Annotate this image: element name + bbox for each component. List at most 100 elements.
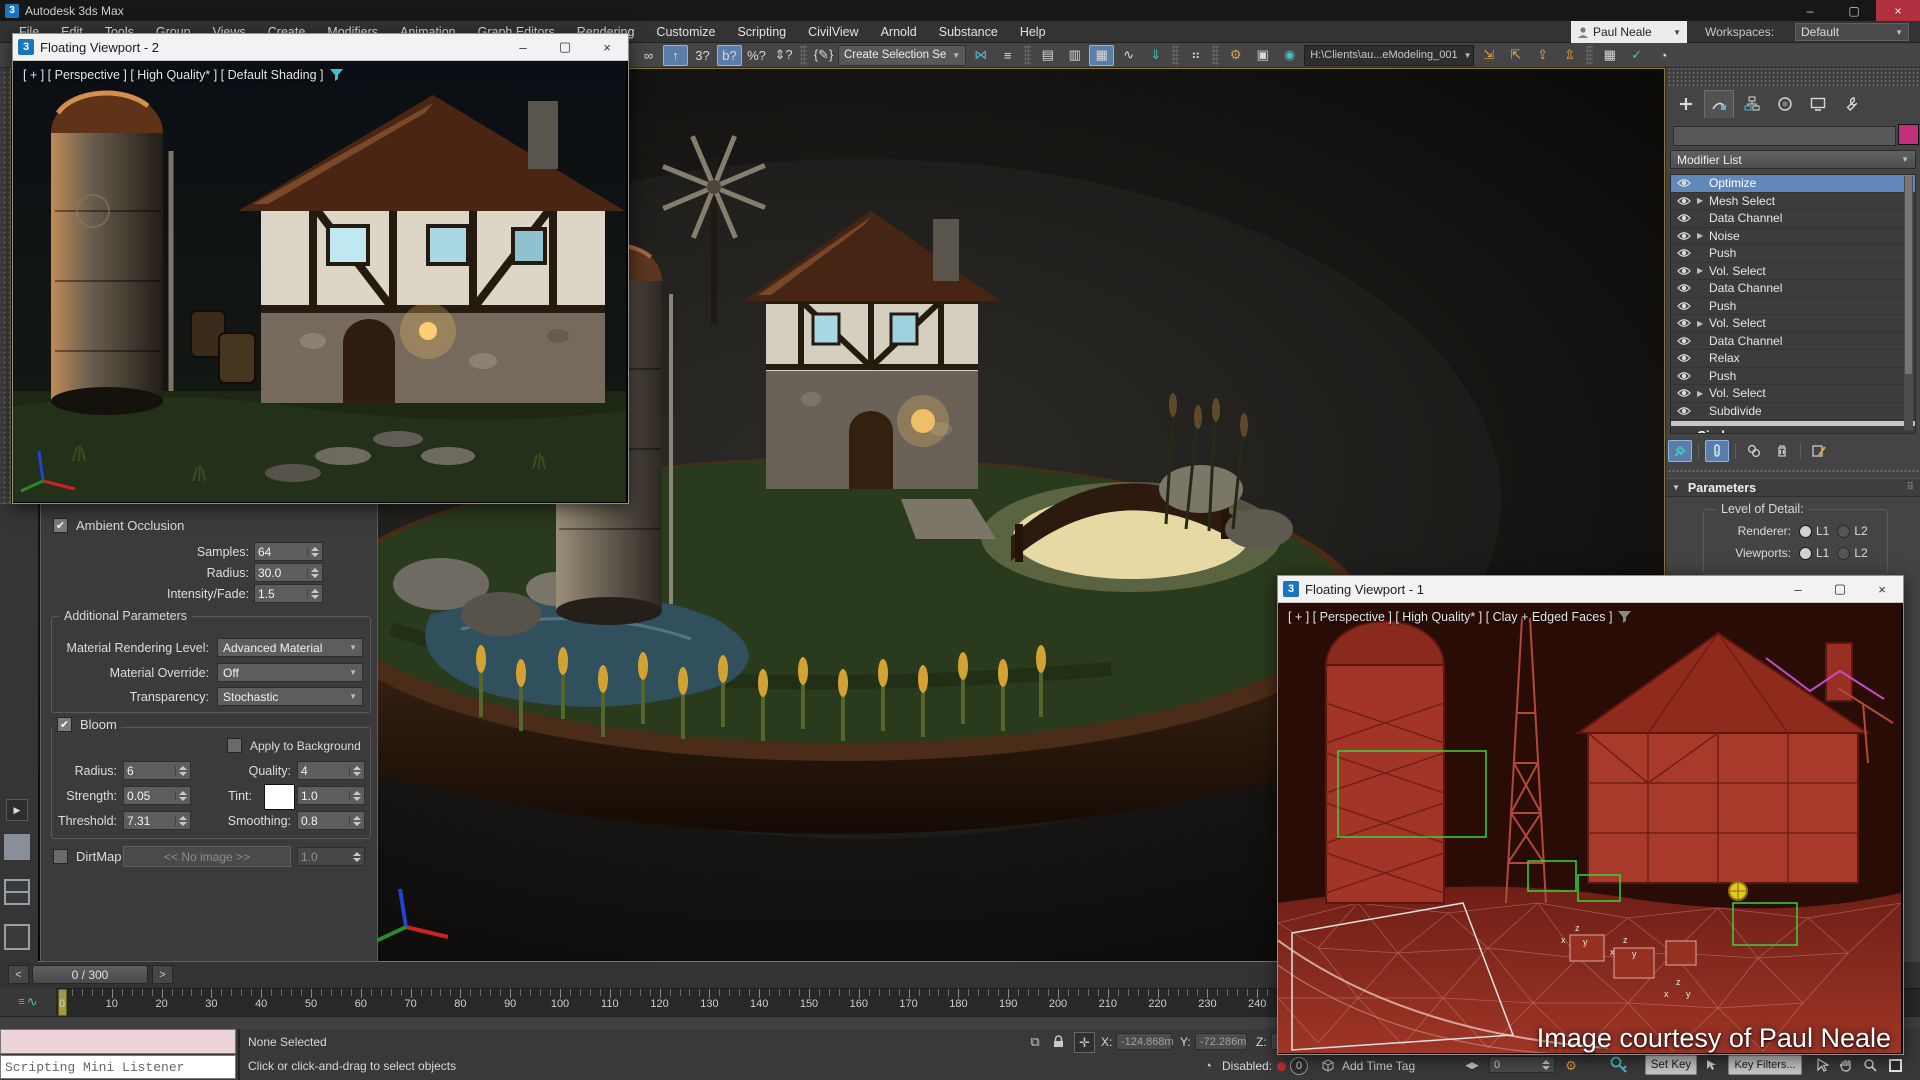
quality-field[interactable]: 4 [297,761,365,780]
absolute-offset-toggle-icon[interactable]: ✛ [1074,1032,1095,1053]
selection-lock-icon[interactable] [1050,1033,1066,1050]
pan-hand-icon[interactable] [1836,1055,1856,1075]
fv1-titlebar[interactable]: 3 Floating Viewport - 1 – ▢ × [1278,576,1903,603]
remove-modifier-icon[interactable] [1770,440,1794,462]
fv2-viewport-label[interactable]: [ + ] [ Perspective ] [ High Quality* ] … [23,68,343,82]
keying-options-gear-icon[interactable]: ⚙ [1562,1057,1580,1074]
modifier-row[interactable]: ▶Noise [1671,228,1915,246]
set-key-button[interactable]: Set Key [1645,1055,1697,1075]
curve-editor-icon[interactable]: ∿ [1116,45,1141,66]
menu-item-scripting[interactable]: Scripting [726,21,797,43]
intensity-fade-field[interactable]: 1.5 [254,584,323,603]
fv2-scene[interactable] [13,61,626,502]
transparency-dropdown[interactable]: Stochastic▼ [217,687,363,706]
open-icon[interactable]: ⇱ [1503,45,1528,66]
save-file-icon[interactable]: ▦ [1597,45,1622,66]
crossing-selection-icon[interactable]: %? [744,45,769,66]
radio-l1[interactable] [1799,547,1812,560]
menu-item-substance[interactable]: Substance [928,21,1009,43]
samples-field[interactable]: 64 [254,542,323,561]
modifier-row[interactable]: ▶Vol. Select [1671,385,1915,403]
expand-arrow-icon[interactable]: ▶ [1697,389,1709,398]
tab-utilities[interactable] [1836,90,1866,118]
select-object-icon[interactable]: ↑ [663,45,688,66]
window-minimize-button[interactable]: – [1788,0,1832,21]
modifier-visibility-eye-icon[interactable] [1671,266,1697,276]
spinner[interactable] [307,547,319,557]
tab-display[interactable] [1803,90,1833,118]
rectangular-selection-icon[interactable]: b? [717,45,742,66]
modifier-visibility-eye-icon[interactable] [1671,301,1697,311]
modifier-visibility-eye-icon[interactable] [1671,283,1697,293]
expand-arrow-icon[interactable]: ▶ [1697,196,1709,205]
import-icon[interactable]: ⇲ [1476,45,1501,66]
modifier-row[interactable]: Push [1671,368,1915,386]
x-coordinate-field[interactable]: -124.868m [1116,1033,1172,1050]
viewport-layout-tab-2[interactable] [4,879,30,905]
radio-l2[interactable] [1837,547,1850,560]
fv2-close-button[interactable]: × [586,34,628,60]
select-arrow-icon[interactable] [1812,1055,1832,1075]
radio-l2[interactable] [1837,525,1850,538]
strength-field[interactable]: 0.05 [123,786,191,805]
radio-l1[interactable] [1799,525,1812,538]
fv1-viewport-label[interactable]: [ + ] [ Perspective ] [ High Quality* ] … [1288,610,1631,624]
base-object-row[interactable]: Circle [1671,427,1915,434]
menu-item-help[interactable]: Help [1009,21,1057,43]
panel-splitter[interactable] [1666,468,1920,474]
viewport-layout-tab-3[interactable] [4,924,30,950]
object-color-swatch[interactable] [1898,124,1919,145]
fv1-close-button[interactable]: × [1861,576,1903,602]
ribbon-toggle-icon[interactable]: ▦ [1089,45,1114,66]
fv2-maximize-button[interactable]: ▢ [544,34,586,60]
tint-color-swatch[interactable] [264,784,295,810]
tab-motion[interactable] [1770,90,1800,118]
layer-explorer-icon[interactable]: ▥ [1062,45,1087,66]
modifier-row[interactable]: Optimize [1671,175,1915,193]
bloom-checkbox[interactable]: ✔ [57,717,72,732]
fv2-minimize-button[interactable]: – [502,34,544,60]
menu-item-customize[interactable]: Customize [645,21,726,43]
modifier-visibility-eye-icon[interactable] [1671,406,1697,416]
tab-create[interactable] [1671,90,1701,118]
fv1-minimize-button[interactable]: – [1777,576,1819,602]
maximize-viewport-toggle-icon[interactable] [1884,1055,1906,1075]
spinner[interactable] [307,589,319,599]
modifier-row[interactable]: Data Channel [1671,210,1915,228]
show-end-result-icon[interactable] [1705,440,1729,462]
modifier-visibility-eye-icon[interactable] [1671,196,1697,206]
user-account-menu[interactable]: Paul Neale ▼ [1571,21,1687,43]
previous-frame-button[interactable]: < [8,965,29,984]
mini-curve-editor-button[interactable]: ≡∿ [0,988,57,1016]
modifier-visibility-eye-icon[interactable] [1671,248,1697,258]
current-frame-display[interactable]: 0 / 300 [32,965,148,984]
modifier-visibility-eye-icon[interactable] [1671,353,1697,363]
key-cursor-icon[interactable] [1702,1055,1722,1075]
dirtmap-checkbox[interactable]: ✔ [53,849,68,864]
toolbar-drag-handle[interactable] [0,68,10,503]
object-name-field[interactable] [1673,126,1896,146]
modifier-row[interactable]: Data Channel [1671,333,1915,351]
ambient-occlusion-checkbox[interactable]: ✔ [53,518,68,533]
fv1-maximize-button[interactable]: ▢ [1819,576,1861,602]
render-production-icon[interactable]: ◉ [1277,45,1302,66]
align-icon[interactable]: ≡ [995,45,1020,66]
modifier-row[interactable]: ▶Vol. Select [1671,315,1915,333]
spinner[interactable] [307,568,319,578]
expand-arrow-icon[interactable]: ▶ [1697,319,1709,328]
modifier-visibility-eye-icon[interactable] [1671,336,1697,346]
fv1-scene[interactable]: zxy zxy zxy [1278,603,1901,1053]
add-time-tag[interactable]: Add Time Tag [1342,1059,1415,1073]
key-filters-button[interactable]: Key Filters... [1728,1055,1802,1075]
zoom-region-icon[interactable] [1860,1055,1880,1075]
make-unique-icon[interactable] [1742,440,1766,462]
dirtmap-strength-field[interactable]: 1.0 [297,847,365,866]
configure-modifier-sets-icon[interactable] [1807,440,1831,462]
threshold-field[interactable]: 7.31 [123,811,191,830]
modifier-visibility-eye-icon[interactable] [1671,388,1697,398]
modifier-row[interactable]: ▶Mesh Select [1671,193,1915,211]
tint-strength-field[interactable]: 1.0 [297,786,365,805]
expand-arrow-icon[interactable]: ▶ [1697,266,1709,275]
project-path-field[interactable]: H:\Clients\au...eModeling_001▼ [1304,45,1474,66]
expand-arrow-icon[interactable]: ▶ [1697,231,1709,240]
